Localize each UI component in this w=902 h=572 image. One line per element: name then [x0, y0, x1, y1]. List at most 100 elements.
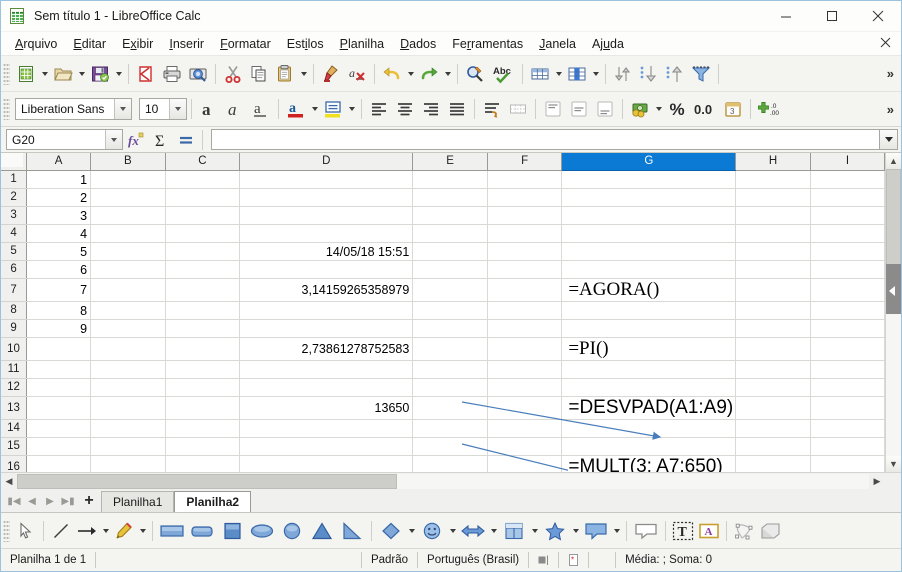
cell-B16[interactable]: [90, 455, 166, 472]
cell-I8[interactable]: [810, 301, 885, 320]
highlight-color-dropdown-icon[interactable]: [346, 96, 357, 122]
menu-estilos[interactable]: Estilos: [279, 35, 332, 53]
cell-F14[interactable]: [487, 419, 563, 438]
cell-D13[interactable]: 13650: [239, 396, 414, 420]
scroll-right-icon[interactable]: ▶: [869, 473, 885, 489]
cell-E16[interactable]: [412, 455, 488, 472]
cell-G13[interactable]: =DESVPAD(A1:A9): [561, 396, 737, 420]
expand-formula-bar-icon[interactable]: [880, 129, 898, 150]
cell-G8[interactable]: [561, 301, 737, 320]
cell-I7[interactable]: [810, 278, 885, 302]
cell-H10[interactable]: [735, 337, 811, 361]
cell-G2[interactable]: [561, 188, 737, 207]
cell-F16[interactable]: [487, 455, 563, 472]
cell-B10[interactable]: [90, 337, 166, 361]
cell-C12[interactable]: [165, 378, 241, 397]
cell-C6[interactable]: [165, 260, 241, 279]
redo-icon[interactable]: [416, 61, 442, 87]
cell-F9[interactable]: [487, 319, 563, 338]
stars-dropdown-icon[interactable]: [570, 518, 581, 544]
cell-H15[interactable]: [735, 437, 811, 456]
italic-icon[interactable]: a: [222, 96, 248, 122]
bold-icon[interactable]: a: [196, 96, 222, 122]
cell-A12[interactable]: [26, 378, 92, 397]
document-modified-icon[interactable]: *: [559, 552, 590, 568]
cell-B3[interactable]: [90, 206, 166, 225]
signature-status[interactable]: [589, 552, 617, 568]
previous-sheet-icon[interactable]: ◀: [23, 490, 41, 512]
cell-A14[interactable]: [26, 419, 92, 438]
cell-A15[interactable]: [26, 437, 92, 456]
find-replace-icon[interactable]: [462, 61, 488, 87]
cell-H6[interactable]: [735, 260, 811, 279]
points-icon[interactable]: [731, 518, 757, 544]
select-all-corner[interactable]: [1, 153, 28, 171]
menu-arquivo[interactable]: Arquivo: [7, 35, 65, 53]
cell-H13[interactable]: [735, 396, 811, 420]
cell-H9[interactable]: [735, 319, 811, 338]
cell-D8[interactable]: [239, 301, 414, 320]
row-header-11[interactable]: 11: [1, 360, 28, 379]
currency-format-icon[interactable]: [627, 96, 653, 122]
cell-I1[interactable]: [810, 170, 885, 189]
cell-G14[interactable]: [561, 419, 737, 438]
cell-B9[interactable]: [90, 319, 166, 338]
row-icon[interactable]: [527, 61, 553, 87]
line-icon[interactable]: [48, 518, 74, 544]
undo-dropdown-icon[interactable]: [405, 61, 416, 87]
cell-E5[interactable]: [412, 242, 488, 261]
sheet-tab-planilha1[interactable]: Planilha1: [101, 491, 175, 512]
cell-H2[interactable]: [735, 188, 811, 207]
vertical-scrollbar[interactable]: ▲ ▼: [885, 153, 901, 472]
circle-icon[interactable]: [277, 518, 307, 544]
isosceles-triangle-icon[interactable]: [307, 518, 337, 544]
row-dropdown-icon[interactable]: [553, 61, 564, 87]
cell-I10[interactable]: [810, 337, 885, 361]
cell-D16[interactable]: [239, 455, 414, 472]
copy-icon[interactable]: [246, 61, 272, 87]
cell-I4[interactable]: [810, 224, 885, 243]
row-header-8[interactable]: 8: [1, 301, 28, 320]
horizontal-scrollbar[interactable]: ◀ ▶: [1, 472, 901, 489]
font-color-icon[interactable]: a: [283, 96, 309, 122]
cell-C3[interactable]: [165, 206, 241, 225]
cell-D11[interactable]: [239, 360, 414, 379]
scroll-up-icon[interactable]: ▲: [886, 153, 901, 169]
cell-F7[interactable]: [487, 278, 563, 302]
right-triangle-icon[interactable]: [337, 518, 367, 544]
justified-icon[interactable]: [444, 96, 470, 122]
underline-icon[interactable]: a: [248, 96, 274, 122]
cell-E11[interactable]: [412, 360, 488, 379]
column-header-f[interactable]: F: [487, 153, 563, 171]
cell-D12[interactable]: [239, 378, 414, 397]
selection-mode-icon[interactable]: [529, 552, 560, 568]
align-center-icon[interactable]: [392, 96, 418, 122]
cell-F2[interactable]: [487, 188, 563, 207]
cell-H1[interactable]: [735, 170, 811, 189]
row-header-15[interactable]: 15: [1, 437, 28, 456]
menu-ajuda[interactable]: Ajuda: [584, 35, 632, 53]
next-sheet-icon[interactable]: ▶: [41, 490, 59, 512]
menu-janela[interactable]: Janela: [531, 35, 584, 53]
column-header-b[interactable]: B: [90, 153, 166, 171]
column-header-e[interactable]: E: [412, 153, 488, 171]
formula-input[interactable]: [211, 129, 880, 150]
cell-E8[interactable]: [412, 301, 488, 320]
column-header-i[interactable]: I: [810, 153, 885, 171]
undo-icon[interactable]: [379, 61, 405, 87]
cell-B4[interactable]: [90, 224, 166, 243]
function-wizard-icon[interactable]: fx: [123, 128, 148, 152]
align-center-vertical-icon[interactable]: [566, 96, 592, 122]
cell-D5[interactable]: 14/05/18 15:51: [239, 242, 414, 261]
cell-B15[interactable]: [90, 437, 166, 456]
cell-G9[interactable]: [561, 319, 737, 338]
insert-text-box-icon[interactable]: T: [670, 518, 696, 544]
cell-I13[interactable]: [810, 396, 885, 420]
row-header-3[interactable]: 3: [1, 206, 28, 225]
toolbar-grip[interactable]: [3, 519, 10, 542]
cell-I9[interactable]: [810, 319, 885, 338]
align-right-icon[interactable]: [418, 96, 444, 122]
toolbar-grip[interactable]: [3, 62, 10, 85]
cell-C15[interactable]: [165, 437, 241, 456]
cell-C4[interactable]: [165, 224, 241, 243]
